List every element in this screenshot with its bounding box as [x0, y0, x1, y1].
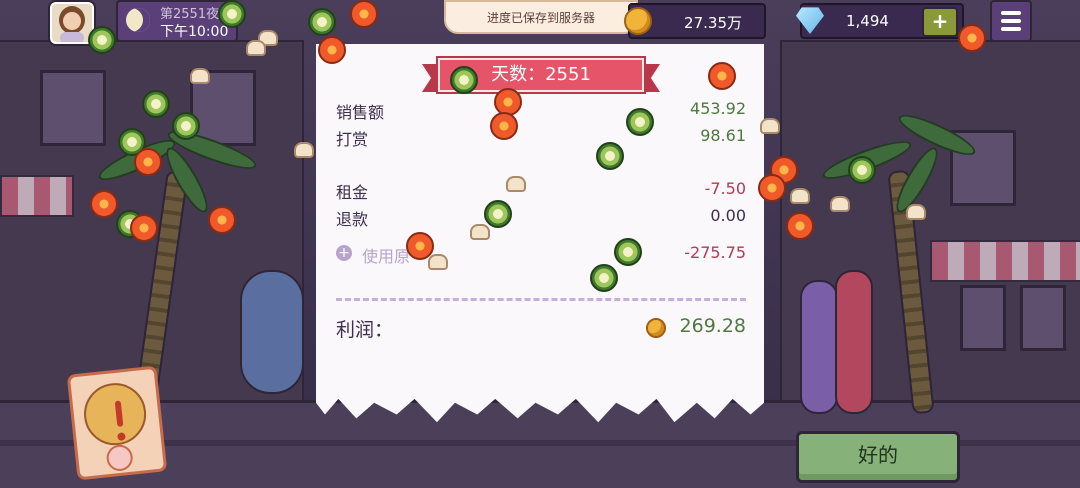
jalapeno-slice	[590, 264, 618, 292]
ok-button[interactable]: 好的	[796, 431, 960, 483]
jalapeno-slice	[218, 0, 246, 28]
jalapeno-slice	[88, 26, 116, 54]
menu-icon	[1001, 19, 1021, 23]
gem-value: 1,494	[846, 12, 889, 30]
receipt-divider	[336, 298, 746, 301]
coin-icon	[624, 7, 652, 35]
tomato-slice	[958, 24, 986, 52]
menu-button[interactable]	[990, 0, 1032, 42]
garlic-chip	[294, 142, 314, 158]
gem-icon	[796, 7, 824, 34]
garlic-chip	[470, 224, 490, 240]
row-value: 0.00	[710, 206, 746, 225]
row-value: 453.92	[690, 99, 746, 118]
jalapeno-slice	[596, 142, 624, 170]
surfboard	[835, 270, 873, 414]
jalapeno-slice	[142, 90, 170, 118]
row-label: 打赏	[336, 130, 369, 149]
time-label: 下午10:00	[160, 24, 229, 40]
garlic-chip	[906, 204, 926, 220]
building-window	[1020, 285, 1066, 351]
row-label: 退款	[336, 210, 369, 229]
alert-pin	[105, 443, 134, 473]
tomato-slice	[350, 0, 378, 28]
tomato-slice	[208, 206, 236, 234]
garlic-chip	[190, 68, 210, 84]
building-window	[40, 70, 106, 146]
row-value: -275.75	[684, 243, 746, 262]
jalapeno-slice	[484, 200, 512, 228]
alert-card-button[interactable]	[66, 365, 168, 481]
alert-icon	[80, 380, 150, 449]
garlic-chip	[246, 40, 266, 56]
day-label: 第2551夜	[160, 7, 220, 22]
profit-label: 利润：	[336, 319, 394, 341]
garlic-chip	[506, 176, 526, 192]
garlic-chip	[760, 118, 780, 134]
tomato-slice	[318, 36, 346, 64]
awning-left	[0, 175, 74, 217]
surfboard	[800, 280, 838, 414]
menu-icon	[1001, 11, 1021, 15]
tomato-slice	[90, 190, 118, 218]
jalapeno-slice	[626, 108, 654, 136]
jalapeno-slice	[848, 156, 876, 184]
jalapeno-slice	[450, 66, 478, 94]
tomato-slice	[758, 174, 786, 202]
garlic-chip	[428, 254, 448, 270]
add-gems-button[interactable]: +	[922, 7, 958, 37]
row-label: 租金	[336, 183, 369, 202]
row-label: 使用原	[362, 247, 411, 266]
jalapeno-slice	[308, 8, 336, 36]
tomato-slice	[490, 112, 518, 140]
tomato-slice	[134, 148, 162, 176]
row-value: 98.61	[700, 126, 746, 145]
menu-icon	[1001, 27, 1021, 31]
row-value: -7.50	[704, 179, 746, 198]
row-label: 销售额	[336, 103, 385, 122]
garlic-chip	[830, 196, 850, 212]
profit-value: 269.28	[679, 315, 746, 337]
garlic-chip	[790, 188, 810, 204]
jalapeno-slice	[614, 238, 642, 266]
money-value: 27.35万	[684, 14, 742, 32]
moon-icon	[126, 8, 150, 32]
money-counter: 27.35万	[624, 3, 766, 39]
building-window	[960, 285, 1006, 351]
awning-right	[930, 240, 1080, 282]
coin-icon	[646, 318, 666, 338]
add-circle-icon[interactable]: +	[336, 245, 352, 261]
save-toast: 进度已保存到服务器	[444, 0, 638, 34]
tomato-slice	[130, 214, 158, 242]
swim-ring-stack	[240, 270, 304, 394]
jalapeno-slice	[172, 112, 200, 140]
tomato-slice	[786, 212, 814, 240]
tomato-slice	[708, 62, 736, 90]
gem-counter: 1,494 +	[796, 3, 964, 39]
